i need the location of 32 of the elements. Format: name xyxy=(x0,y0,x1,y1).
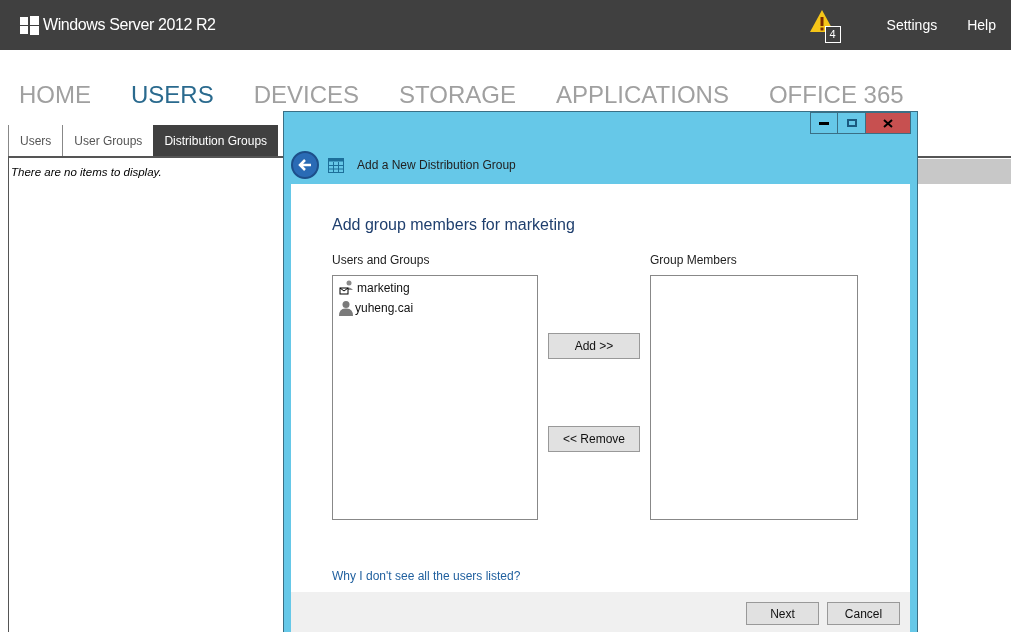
source-listbox[interactable]: marketing yuheng.cai xyxy=(332,275,538,520)
footer-button[interactable]: Cancel xyxy=(827,602,900,625)
alerts-button[interactable]: 4 xyxy=(808,5,849,45)
close-icon xyxy=(883,118,893,128)
maximize-icon xyxy=(846,119,857,127)
back-arrow-icon xyxy=(298,159,312,171)
sub-tab[interactable]: Distribution Groups xyxy=(153,125,279,156)
close-button[interactable] xyxy=(866,112,911,134)
nav-tab[interactable]: USERS xyxy=(131,80,214,110)
target-label: Group Members xyxy=(650,252,738,269)
minimize-icon xyxy=(819,121,829,125)
list-item[interactable]: yuheng.cai xyxy=(339,298,531,318)
source-label: Users and Groups xyxy=(332,252,431,269)
top-link[interactable]: Help xyxy=(967,14,996,36)
back-button[interactable] xyxy=(291,151,319,179)
remove-button[interactable]: << Remove xyxy=(548,426,640,452)
product-name: Windows Server 2012 R2 xyxy=(43,15,216,35)
dialog-title: Add a New Distribution Group xyxy=(357,157,516,174)
footer-button[interactable]: Next xyxy=(746,602,819,625)
help-link[interactable]: Why I don't see all the users listed? xyxy=(332,567,869,585)
user-icon xyxy=(339,300,353,316)
list-item[interactable]: marketing xyxy=(339,278,531,298)
top-link[interactable]: Settings xyxy=(886,14,938,36)
sub-tab[interactable]: Users xyxy=(8,125,63,156)
dialog-heading: Add group members for marketing xyxy=(332,215,576,235)
add-button[interactable]: Add >> xyxy=(548,333,640,359)
alert-count: 4 xyxy=(824,26,841,43)
table-icon xyxy=(328,157,344,173)
empty-message: There are no items to display. xyxy=(11,166,162,178)
windows-logo-icon xyxy=(20,15,39,35)
minimize-button[interactable] xyxy=(810,112,838,134)
group-mail-icon xyxy=(339,280,355,296)
